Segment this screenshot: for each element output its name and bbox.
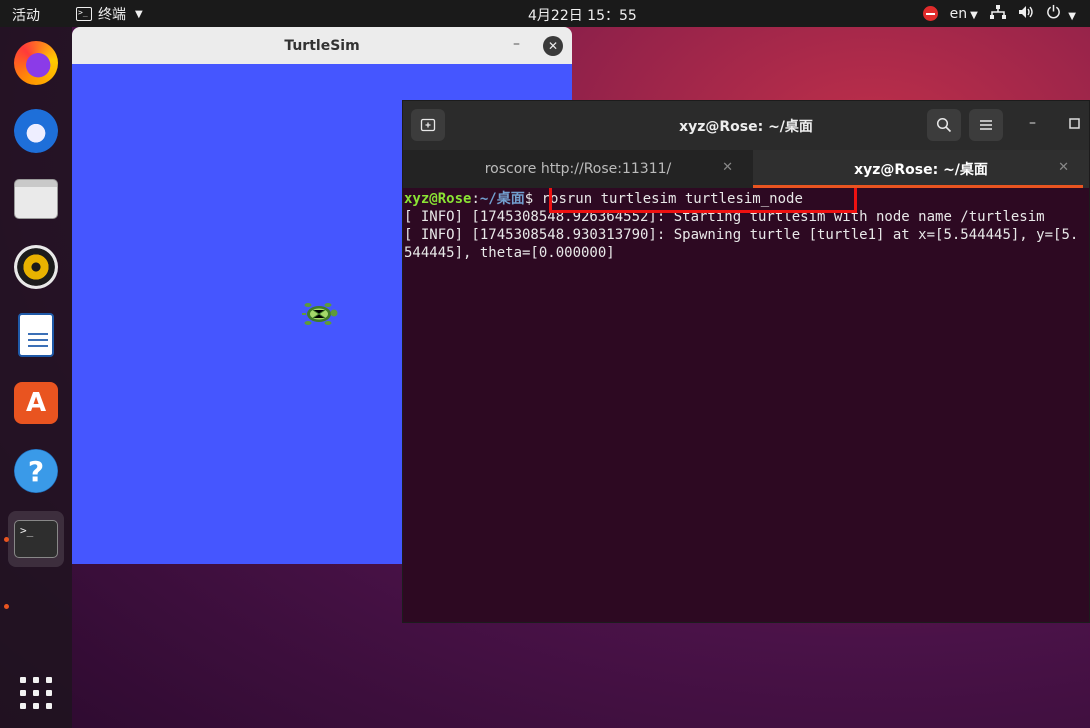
dock-thunderbird[interactable] (8, 103, 64, 159)
turtle-icon (302, 303, 338, 325)
close-tab-icon[interactable]: ✕ (1058, 160, 1069, 175)
help-icon: ? (14, 449, 58, 493)
prompt-symbol: $ (524, 191, 542, 207)
top-bar: 活动 >_ 终端 ▼ 4月22日 15：55 en ▼ ▼ (0, 0, 1090, 27)
maximize-button[interactable] (1069, 117, 1080, 133)
firefox-icon (14, 41, 58, 85)
tab-label: roscore http://Rose:11311/ (484, 161, 672, 177)
chevron-down-icon: ▼ (970, 9, 978, 21)
chevron-down-icon: ▼ (135, 8, 143, 20)
system-tray: en ▼ ▼ (922, 4, 1076, 23)
dock-firefox[interactable] (8, 35, 64, 91)
running-indicator (4, 604, 9, 609)
rhythmbox-icon (14, 245, 58, 289)
clock[interactable]: 4月22日 15：55 (528, 5, 637, 25)
tab-desktop[interactable]: xyz@Rose: ~/桌面 ✕ (753, 150, 1089, 188)
terminal-app-icon: >_ (76, 7, 92, 21)
terminal-headerbar[interactable]: xyz@Rose: ~/桌面 – (403, 101, 1089, 150)
window-title: TurtleSim (284, 37, 360, 54)
volume-icon[interactable] (1018, 5, 1034, 23)
dock-terminal[interactable]: >_ (8, 511, 64, 567)
tab-label: xyz@Rose: ~/桌面 (854, 162, 988, 178)
software-center-icon: A (14, 382, 58, 424)
prompt-path: ~/桌面 (479, 191, 525, 207)
show-applications-icon[interactable] (20, 677, 52, 709)
close-button[interactable]: ✕ (543, 36, 563, 56)
libreoffice-writer-icon (18, 313, 54, 357)
files-icon (14, 179, 58, 219)
maximize-icon (1069, 118, 1080, 129)
search-button[interactable] (927, 109, 961, 141)
dock: A ? >_ (0, 27, 72, 728)
minimize-button[interactable]: – (513, 36, 520, 52)
app-menu[interactable]: >_ 终端 ▼ (76, 4, 143, 24)
dock-rhythmbox[interactable] (8, 239, 64, 295)
command-text: rosrun turtlesim turtlesim_node (541, 191, 803, 207)
output-line: [ INFO] [1745308548.926364552]: Starting… (404, 209, 1045, 225)
running-indicator (4, 537, 9, 542)
dock-help[interactable]: ? (8, 443, 64, 499)
output-line: 544445], theta=[0.000000] (404, 245, 615, 261)
menu-button[interactable] (969, 109, 1003, 141)
prompt-colon: : (471, 191, 480, 207)
chevron-down-icon: ▼ (1068, 11, 1076, 22)
output-line: [ INFO] [1745308548.930313790]: Spawning… (404, 227, 1079, 243)
app-menu-label: 终端 (98, 7, 126, 23)
thunderbird-icon (14, 109, 58, 153)
prompt-user: xyz@Rose (404, 191, 472, 207)
language-selector[interactable]: en ▼ (950, 6, 978, 22)
tab-roscore[interactable]: roscore http://Rose:11311/ ✕ (403, 150, 753, 188)
dock-files[interactable] (8, 171, 64, 227)
language-label: en (949, 5, 968, 22)
hamburger-menu-icon (980, 120, 992, 130)
power-icon[interactable]: ▼ (1046, 4, 1076, 23)
dock-software-center[interactable]: A (8, 375, 64, 431)
dock-libreoffice-writer[interactable] (8, 307, 64, 363)
terminal-output[interactable]: xyz@Rose:~/桌面$ rosrun turtlesim turtlesi… (403, 188, 1089, 622)
do-not-disturb-icon[interactable] (922, 6, 938, 21)
turtlesim-titlebar[interactable]: TurtleSim – ✕ (72, 27, 572, 64)
network-icon[interactable] (989, 4, 1006, 23)
close-tab-icon[interactable]: ✕ (722, 160, 733, 175)
activities-button[interactable]: 活动 (12, 5, 40, 25)
terminal-icon: >_ (14, 520, 58, 558)
tab-bar: roscore http://Rose:11311/ ✕ xyz@Rose: ~… (403, 150, 1089, 188)
search-icon (936, 117, 952, 133)
minimize-button[interactable]: – (1029, 115, 1036, 131)
terminal-window: xyz@Rose: ~/桌面 – roscore http://Rose:113… (402, 100, 1090, 623)
